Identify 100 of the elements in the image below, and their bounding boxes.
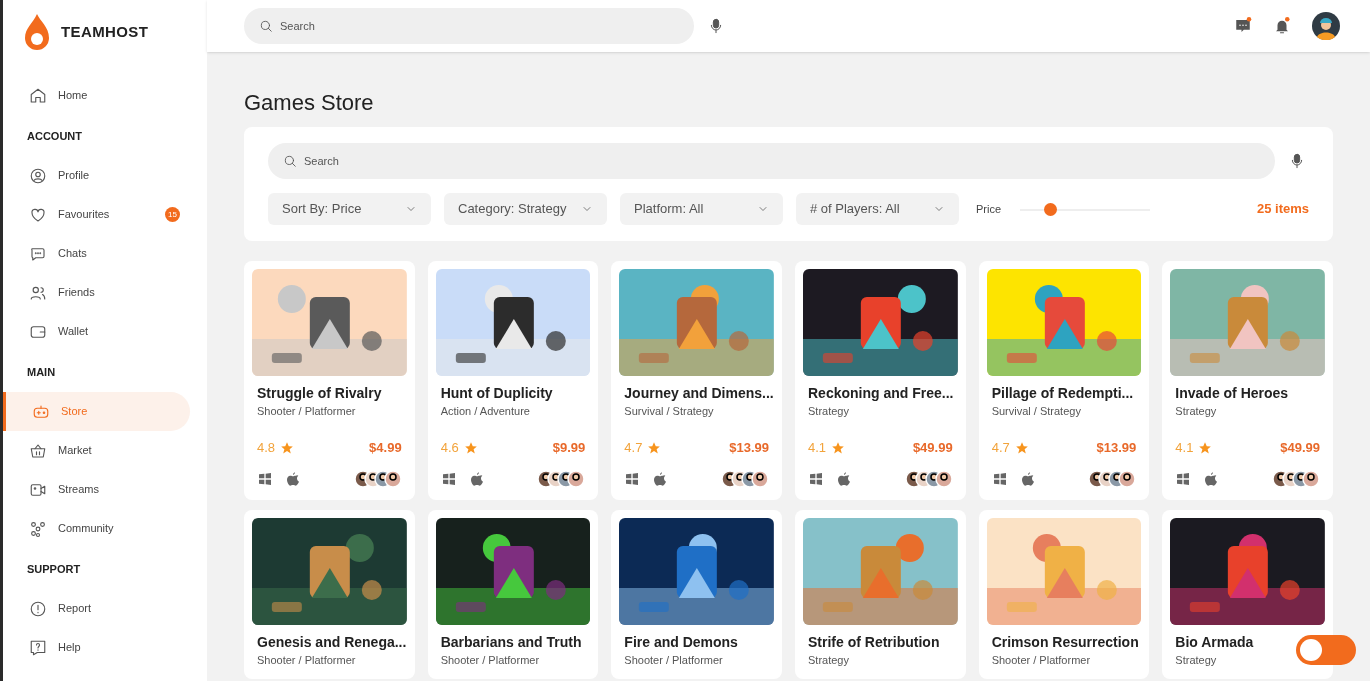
star-icon [647,440,662,455]
rating: 4.8 [257,439,276,457]
game-title: Crimson Resurrection [990,633,1140,651]
windows-icon [991,470,1008,487]
game-card[interactable]: Journey and Dimens... Survival / Strategy 4.7 $13.99 [611,261,782,500]
game-title: Hunt of Duplicity [439,385,554,402]
game-title: Struggle of Rivalry [256,385,383,402]
game-genre: Shooter / Platformer [256,653,357,667]
price: $49.99 [1280,439,1320,457]
microphone-icon[interactable] [708,18,724,34]
windows-icon [257,470,273,487]
sidebar-item[interactable]: Report [3,589,190,628]
game-card[interactable]: Fire and Demons Shooter / Platformer [611,509,782,679]
game-title: Reckoning and Free... [807,385,955,402]
game-genre: Shooter / Platformer [623,653,724,667]
game-title: Journey and Dimens... [623,385,774,402]
game-genre: Strategy [1174,653,1218,667]
game-card[interactable]: Genesis and Renega... Shooter / Platformer [244,509,415,679]
game-card[interactable]: Bio Armada Strategy [1162,509,1333,679]
game-title: Fire and Demons [623,633,739,651]
section-heading: MAIN [26,365,57,381]
count-badge: 15 [165,207,180,222]
apple-icon [468,470,485,487]
help-icon [29,638,47,657]
game-card[interactable]: Invade of Heroes Strategy 4.1 $49.99 [1162,261,1333,500]
flame-logo-icon [23,13,51,51]
rating: 4.7 [624,439,643,457]
game-card[interactable]: Pillage of Redempti... Survival / Strategy 4.7 $13.99 [978,261,1150,500]
rating: 4.6 [440,439,459,457]
community-icon [29,519,47,538]
game-title: Strife of Retribution [807,633,941,651]
sidebar-item[interactable]: Favourites 15 [3,195,190,234]
player-avatars [353,469,402,488]
game-card[interactable]: Reckoning and Free... Strategy 4.1 $49.99 [795,261,966,500]
game-title: Genesis and Renega... [256,633,407,651]
price: $13.99 [1096,439,1137,457]
player-avatars [1088,469,1137,488]
filter-dropdown[interactable]: # of Players: All [796,193,959,225]
filter-dropdown[interactable]: Platform: All [620,193,783,225]
sidebar-item[interactable]: Streams [3,470,190,509]
section-heading: ACCOUNT [26,129,83,145]
sidebar-item[interactable]: Home [3,76,190,115]
apple-icon [1203,470,1220,487]
sidebar-item[interactable]: Profile [3,156,190,195]
alert-icon [29,599,47,618]
sidebar-item[interactable]: Wallet [3,312,190,351]
search-icon [283,154,297,168]
game-genre: Shooter / Platformer [990,653,1092,667]
search-icon [259,19,273,33]
price: $49.99 [912,439,953,457]
game-card[interactable]: Crimson Resurrection Shooter / Platformer [978,509,1150,679]
brand-name: TEAMHOST [61,21,149,42]
game-title: Invade of Heroes [1174,385,1290,402]
toggle-switch[interactable] [1296,635,1356,665]
player-avatars [904,469,953,488]
star-icon [280,440,295,455]
filter-dropdown[interactable]: Sort By: Price [268,193,431,225]
game-genre: Survival / Strategy [623,405,715,418]
price: $13.99 [729,439,769,457]
apple-icon [836,470,852,487]
sidebar-item[interactable]: Help [3,628,190,667]
game-genre: Strategy [1174,405,1218,418]
rating: 4.1 [1175,439,1194,457]
game-genre: Shooter / Platformer [256,405,357,418]
game-card[interactable]: Struggle of Rivalry Shooter / Platformer 4.8 $4.99 [244,261,415,500]
game-card[interactable]: Hunt of Duplicity Action / Adventure 4.6 $9.99 [427,261,599,500]
user-avatar[interactable] [1312,12,1340,40]
item-count: 25 items [1256,200,1309,219]
section-heading: SUPPORT [26,562,82,578]
game-title: Barbarians and Truth [439,633,583,651]
sidebar-item[interactable]: Community [3,509,190,548]
windows-icon [808,470,824,487]
sidebar-item[interactable]: Market [3,431,190,470]
star-icon [463,440,478,455]
game-genre: Strategy [807,653,850,667]
search-field[interactable]: Search [268,143,1275,179]
apple-icon [1019,470,1036,487]
rating: 4.7 [991,439,1010,457]
game-card[interactable]: Strife of Retribution Strategy [795,509,966,679]
game-title: Pillage of Redempti... [990,385,1135,402]
price-slider[interactable] [1020,202,1151,216]
windows-icon [1175,470,1192,487]
page-title: Games Store [244,89,375,117]
game-genre: Shooter / Platformer [439,653,541,667]
apple-icon [285,470,301,487]
microphone-icon[interactable] [1289,153,1305,169]
player-avatars [537,469,586,488]
star-icon [1198,440,1213,455]
sidebar-item[interactable]: Chats [3,234,190,273]
game-genre: Strategy [807,405,850,418]
price: $9.99 [552,439,586,457]
apple-icon [652,470,669,487]
sidebar-item[interactable]: Friends [3,273,190,312]
price: $4.99 [369,439,402,457]
search-field[interactable]: Search [244,8,694,44]
game-card[interactable]: Barbarians and Truth Shooter / Platformer [427,509,599,679]
game-genre: Survival / Strategy [990,405,1082,418]
filter-dropdown[interactable]: Category: Strategy [444,193,607,225]
star-icon [831,440,846,455]
game-genre: Action / Adventure [439,405,531,418]
